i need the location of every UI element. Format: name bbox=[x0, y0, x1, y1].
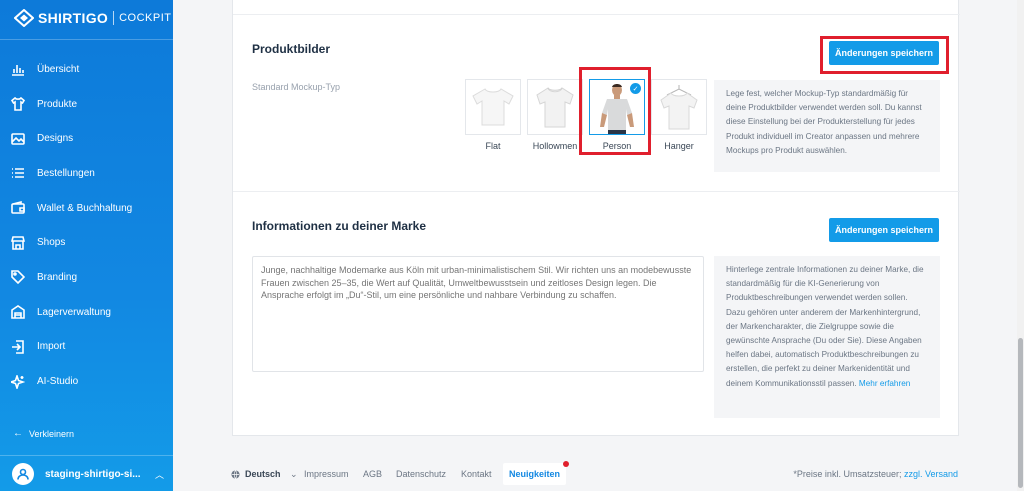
footer-link-kontakt[interactable]: Kontakt bbox=[461, 469, 492, 479]
footer-link-impressum[interactable]: Impressum bbox=[304, 469, 349, 479]
sidebar-item-lagerverwaltung[interactable]: Lagerverwaltung bbox=[0, 295, 173, 330]
tshirt-icon bbox=[11, 97, 25, 111]
notification-dot bbox=[563, 461, 569, 467]
sidebar-item-ai-studio[interactable]: AI-Studio bbox=[0, 364, 173, 399]
learn-more-link[interactable]: Mehr erfahren bbox=[859, 379, 910, 388]
highlight-save-button bbox=[820, 36, 949, 74]
language-label: Deutsch bbox=[245, 469, 281, 479]
collapse-sidebar-button[interactable]: ← Verkleinern bbox=[13, 428, 74, 439]
logo-separator bbox=[113, 11, 115, 25]
sidebar-item-import[interactable]: Import bbox=[0, 330, 173, 365]
sidebar-item-bestellungen[interactable]: Bestellungen bbox=[0, 156, 173, 191]
chevron-up-icon: ︿ bbox=[154, 469, 164, 480]
mockup-type-label: Standard Mockup-Typ bbox=[252, 82, 341, 92]
hollowmen-tshirt-image bbox=[527, 79, 583, 135]
footer-link-datenschutz[interactable]: Datenschutz bbox=[396, 469, 446, 479]
warehouse-icon bbox=[11, 305, 25, 319]
globe-icon bbox=[231, 469, 240, 479]
wallet-icon bbox=[11, 201, 25, 215]
sidebar-item-branding[interactable]: Branding bbox=[0, 260, 173, 295]
account-divider bbox=[0, 455, 173, 456]
import-icon bbox=[11, 340, 25, 354]
list-icon bbox=[11, 166, 25, 180]
footer-link-agb[interactable]: AGB bbox=[363, 469, 382, 479]
sidebar-item-uebersicht[interactable]: Übersicht bbox=[0, 52, 173, 87]
sidebar-divider bbox=[0, 39, 173, 40]
sidebar-item-label: Shops bbox=[37, 237, 66, 249]
sidebar-item-label: Import bbox=[37, 341, 66, 353]
highlight-person-mockup bbox=[579, 67, 651, 155]
arrow-left-icon: ← bbox=[13, 428, 23, 439]
mockup-label: Hollowmen bbox=[532, 141, 578, 151]
mockup-label: Flat bbox=[485, 141, 501, 151]
account-switcher[interactable]: staging-shirtigo-si... ︿ bbox=[12, 463, 164, 485]
mockup-label: Hanger bbox=[664, 141, 694, 151]
sidebar-item-produkte[interactable]: Produkte bbox=[0, 87, 173, 122]
price-note-text: *Preise inkl. Umsatzsteuer; bbox=[793, 469, 904, 479]
brand-info-help: Hinterlege zentrale Informationen zu dei… bbox=[714, 256, 940, 418]
news-button[interactable]: Neuigkeiten bbox=[503, 461, 569, 485]
sidebar: SHIRTIGO COCKPIT Übersicht Produkte Desi… bbox=[0, 0, 173, 491]
language-selector[interactable]: Deutsch bbox=[231, 469, 281, 479]
sidebar-item-label: Branding bbox=[37, 271, 78, 283]
footer: Deutsch ⌄ Impressum AGB Datenschutz Kont… bbox=[173, 456, 1024, 491]
user-icon bbox=[17, 468, 29, 480]
divider bbox=[233, 14, 960, 15]
hanger-tshirt-image bbox=[651, 79, 707, 135]
collapse-label: Verkleinern bbox=[29, 428, 75, 439]
news-label: Neuigkeiten bbox=[508, 469, 560, 479]
shipping-link[interactable]: zzgl. Versand bbox=[904, 469, 958, 479]
sidebar-item-label: AI-Studio bbox=[37, 376, 79, 388]
help-text: Hinterlege zentrale Informationen zu dei… bbox=[726, 265, 924, 388]
logo-subtitle: COCKPIT bbox=[119, 12, 172, 24]
tag-icon bbox=[11, 270, 25, 285]
sidebar-item-label: Übersicht bbox=[37, 63, 80, 75]
sidebar-item-wallet[interactable]: Wallet & Buchhaltung bbox=[0, 191, 173, 226]
save-brand-info-button[interactable]: Änderungen speichern bbox=[829, 218, 939, 242]
shirtigo-logo-icon bbox=[14, 9, 34, 27]
chevron-down-icon[interactable]: ⌄ bbox=[290, 469, 298, 480]
avatar bbox=[12, 463, 34, 485]
brand-info-textarea[interactable] bbox=[252, 256, 704, 372]
logo-text: SHIRTIGO bbox=[38, 10, 109, 26]
sidebar-item-designs[interactable]: Designs bbox=[0, 121, 173, 156]
sidebar-item-label: Designs bbox=[37, 133, 74, 145]
section-title-brand-info: Informationen zu deiner Marke bbox=[252, 219, 427, 233]
account-name: staging-shirtigo-si... bbox=[45, 468, 141, 480]
scrollbar[interactable] bbox=[1017, 0, 1024, 491]
sidebar-nav: Übersicht Produkte Designs Bestellungen … bbox=[0, 52, 173, 399]
sidebar-item-label: Bestellungen bbox=[37, 167, 95, 179]
sidebar-item-label: Wallet & Buchhaltung bbox=[37, 202, 133, 214]
price-note: *Preise inkl. Umsatzsteuer; zzgl. Versan… bbox=[793, 469, 958, 479]
scrollbar-thumb[interactable] bbox=[1018, 338, 1023, 488]
mockup-option-hanger[interactable]: Hanger bbox=[651, 79, 707, 151]
help-text: Lege fest, welcher Mockup-Typ standardmä… bbox=[726, 89, 922, 155]
chart-bars-icon bbox=[11, 62, 25, 77]
shop-icon bbox=[11, 235, 25, 250]
product-images-help: Lege fest, welcher Mockup-Typ standardmä… bbox=[714, 80, 940, 172]
sidebar-item-label: Produkte bbox=[37, 98, 78, 110]
mockup-option-hollowmen[interactable]: Hollowmen bbox=[527, 79, 583, 151]
flat-tshirt-image bbox=[465, 79, 521, 135]
sidebar-item-label: Lagerverwaltung bbox=[37, 306, 111, 318]
sparkle-icon bbox=[11, 374, 25, 389]
mockup-option-flat[interactable]: Flat bbox=[465, 79, 521, 151]
sidebar-item-shops[interactable]: Shops bbox=[0, 225, 173, 260]
section-title-product-images: Produktbilder bbox=[252, 42, 331, 56]
image-icon bbox=[11, 132, 25, 146]
logo[interactable]: SHIRTIGO COCKPIT bbox=[14, 9, 171, 27]
divider bbox=[233, 191, 960, 192]
